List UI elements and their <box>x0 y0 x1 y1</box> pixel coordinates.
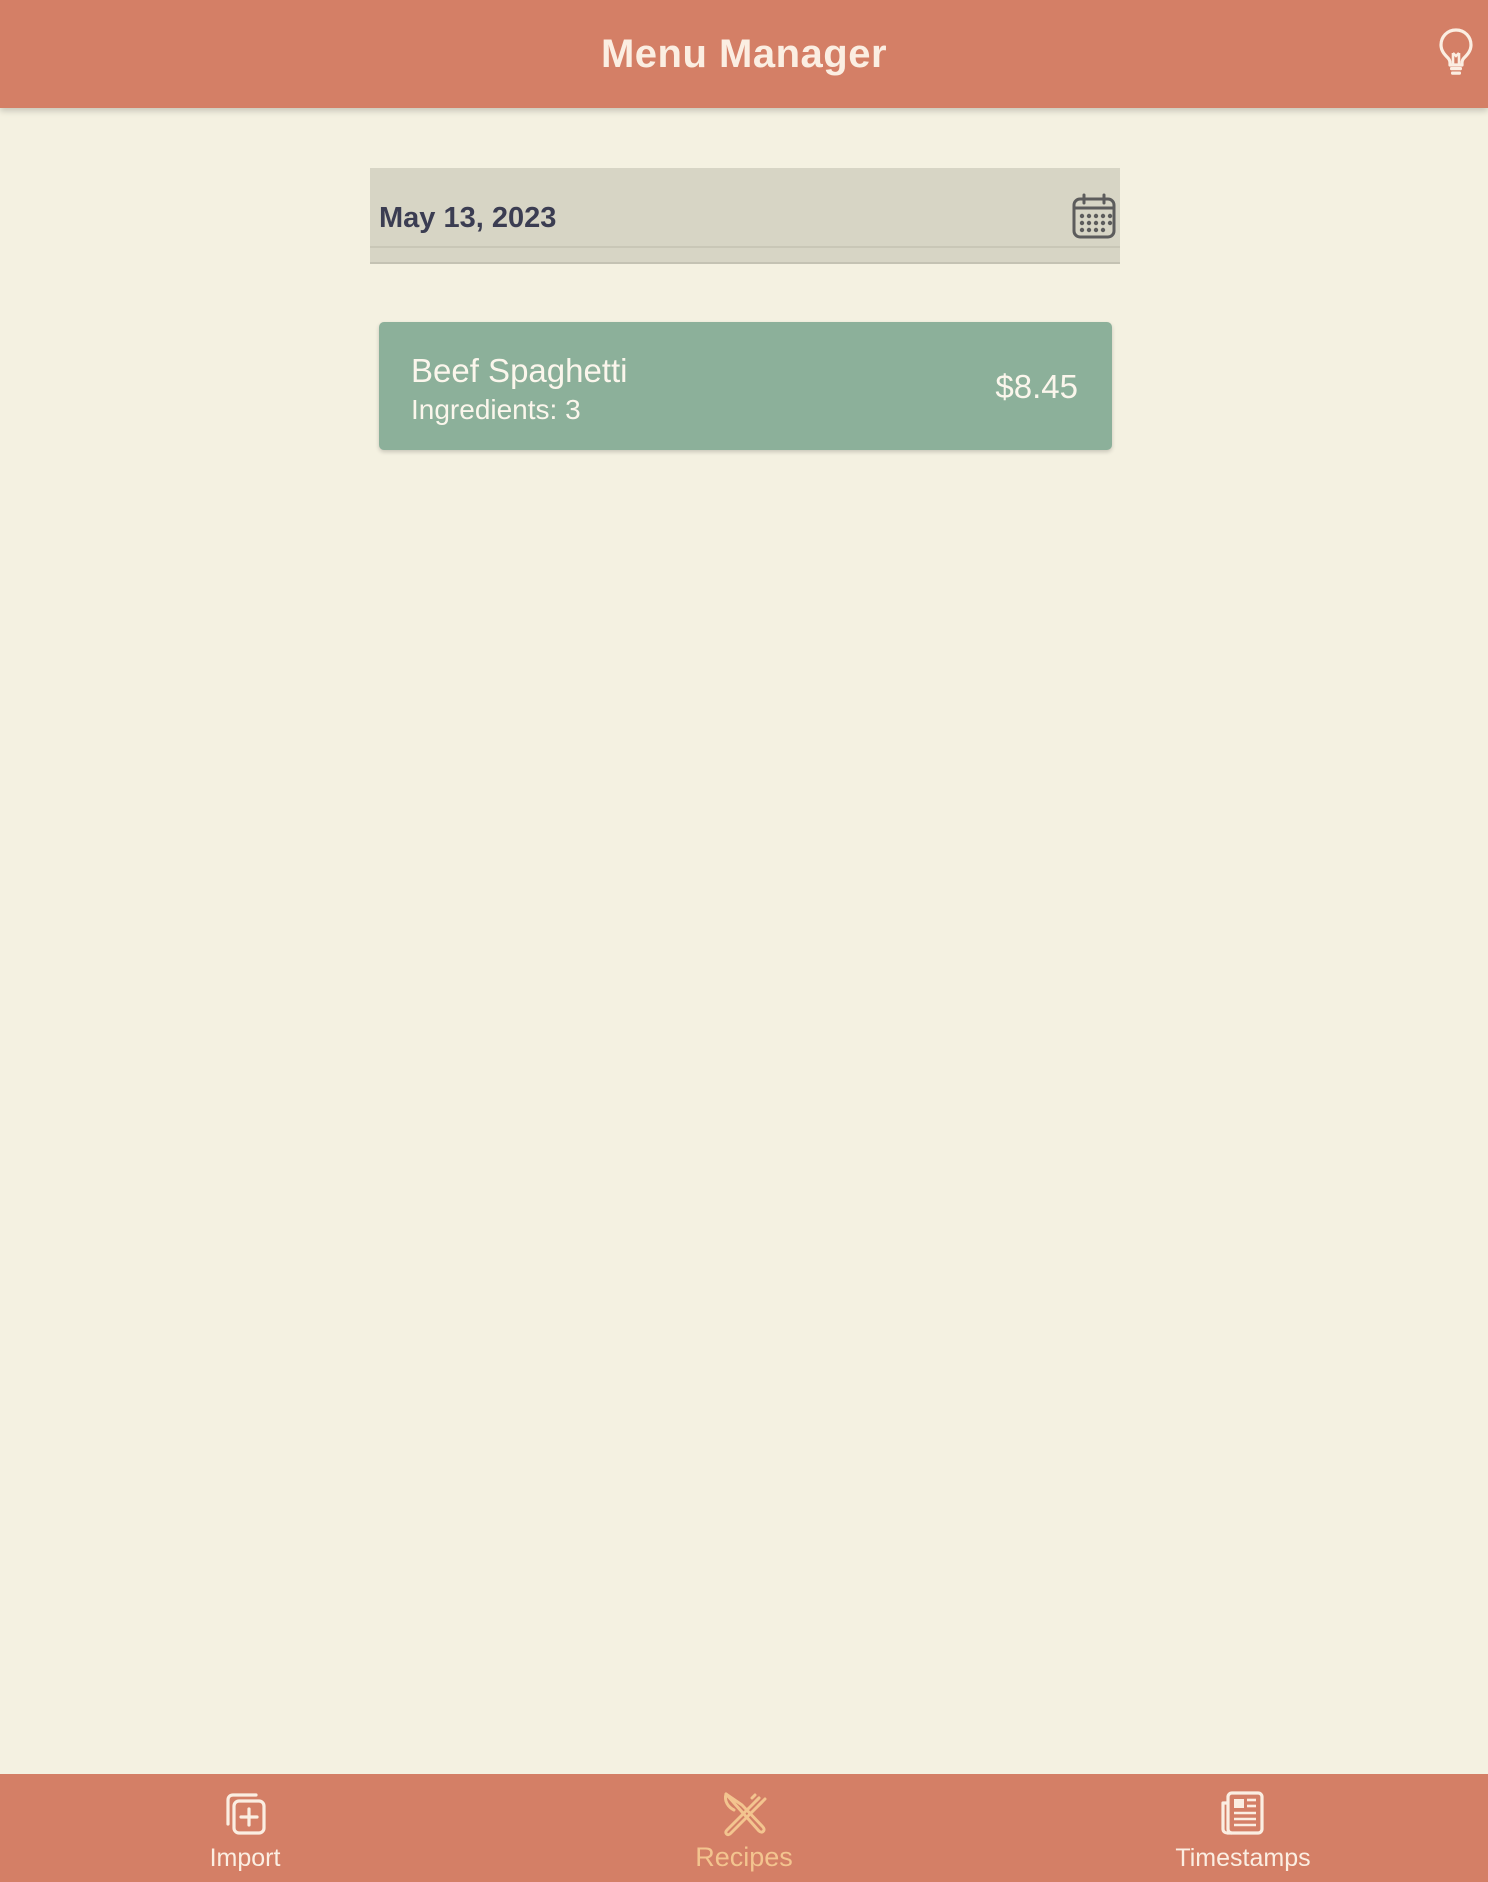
lightbulb-icon <box>1439 28 1473 75</box>
page-title: Menu Manager <box>600 31 888 76</box>
date-value: May 13, 2023 <box>379 202 557 234</box>
recipe-ingredient-count: Ingredients: 3 <box>411 394 581 425</box>
app-header: Menu Manager <box>0 0 1488 108</box>
recipe-card[interactable]: Beef Spaghetti Ingredients: 3 $8.45 <box>379 322 1112 450</box>
app-root: Menu Manager May 13, 2023 Beef Spaghetti… <box>0 0 1488 1882</box>
newspaper-icon <box>1221 1791 1264 1835</box>
nav-label-timestamps: Timestamps <box>1175 1844 1311 1872</box>
nav-label-recipes: Recipes <box>695 1842 793 1872</box>
date-field-underline <box>370 246 1120 248</box>
calendar-icon[interactable] <box>1070 192 1118 240</box>
recipe-price: $8.45 <box>995 368 1078 405</box>
fork-knife-icon <box>724 1792 767 1837</box>
lightbulb-button[interactable] <box>1434 26 1478 78</box>
import-add-icon <box>226 1793 266 1835</box>
bottom-nav: Import Recipes Timestamps <box>0 1774 1488 1882</box>
nav-item-import[interactable]: Import <box>115 1774 375 1882</box>
nav-label-import: Import <box>209 1844 281 1872</box>
nav-item-timestamps[interactable]: Timestamps <box>1113 1774 1373 1882</box>
recipe-name: Beef Spaghetti <box>411 352 628 389</box>
date-picker-field[interactable]: May 13, 2023 <box>370 168 1120 264</box>
nav-item-recipes[interactable]: Recipes <box>614 1774 874 1882</box>
